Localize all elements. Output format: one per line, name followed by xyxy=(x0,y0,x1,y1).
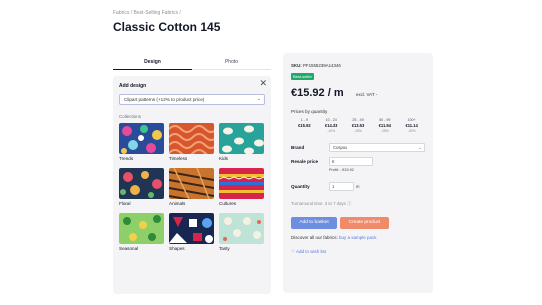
breadcrumb[interactable]: Fabrics / Best-Selling Fabrics / xyxy=(113,10,181,16)
resale-price-input[interactable]: € xyxy=(329,157,373,166)
add-design-panel: Add design ✕ Clipart patterns (+12% to p… xyxy=(113,76,271,294)
discover-line: Discover all our fabrics: buy a sample p… xyxy=(291,235,377,240)
chevron-down-icon: ⌄ xyxy=(418,145,422,150)
close-icon[interactable]: ✕ xyxy=(259,79,267,88)
tier-price: €11.94 xyxy=(378,123,391,128)
tier-range: 100+ xyxy=(407,118,416,122)
design-type-value: Clipart patterns (+12% to product price) xyxy=(124,97,205,102)
seasonal-pattern-image xyxy=(119,213,164,244)
tier-range: 25 - 49 xyxy=(352,118,364,122)
collection-animals[interactable]: Animals xyxy=(169,168,214,206)
sku-line: SKU: PF1555239A14346 xyxy=(291,63,341,68)
product-info-panel: SKU: PF1555239A14346 Best-seller €15.92 … xyxy=(283,53,433,293)
collection-trends[interactable]: Trends xyxy=(119,123,164,161)
timeless-pattern-image xyxy=(169,123,214,154)
price: €15.92 / m xyxy=(291,87,344,99)
tier-discount xyxy=(291,129,318,133)
chevron-down-icon: ⌄ xyxy=(256,96,261,102)
kids-pattern-image xyxy=(219,123,264,154)
tier-discount: -25% xyxy=(380,129,389,133)
collection-floral[interactable]: Floral xyxy=(119,168,164,206)
profit-text: Profit: - €15.92 xyxy=(329,168,354,172)
quantity-price-table: 1 - 9 10 - 24 25 - 49 50 - 99 100+ €15.9… xyxy=(291,118,425,133)
collection-cultures[interactable]: Cultures xyxy=(219,168,264,206)
add-to-wishlist-link[interactable]: ♡ Add to wish list xyxy=(291,249,326,255)
animals-pattern-image xyxy=(169,168,214,199)
collection-kids[interactable]: Kids xyxy=(219,123,264,161)
collection-seasonal[interactable]: Seasonal xyxy=(119,213,164,251)
quantity-label: Quantity xyxy=(291,184,310,189)
collection-label: Seasonal xyxy=(119,246,139,251)
add-to-basket-button[interactable]: Add to basket xyxy=(291,217,337,229)
collection-label: Timeless xyxy=(169,156,188,161)
collection-label: Cultures xyxy=(219,201,237,206)
tier-range: 1 - 9 xyxy=(300,118,308,122)
tasty-pattern-image xyxy=(219,213,264,244)
collection-label: Shapes xyxy=(169,246,185,251)
collections-heading: Collections xyxy=(119,114,142,119)
quantity-unit: m xyxy=(356,184,360,189)
add-design-title: Add design xyxy=(119,83,147,89)
page-title: Classic Cotton 145 xyxy=(113,20,221,34)
tier-discount: -30% xyxy=(407,129,416,133)
tab-design[interactable]: Design xyxy=(113,56,192,70)
resale-price-label: Resale price xyxy=(291,159,319,164)
design-type-select[interactable]: Clipart patterns (+12% to product price)… xyxy=(119,94,265,105)
tier-price: €11.14 xyxy=(405,123,418,128)
collection-label: Animals xyxy=(169,201,186,206)
tab-photo[interactable]: Photo xyxy=(192,56,271,70)
cultures-pattern-image xyxy=(219,168,264,199)
tier-range: 50 - 99 xyxy=(379,118,391,122)
status-badge: Best-seller xyxy=(291,73,314,80)
brand-select[interactable]: Cospox ⌄ xyxy=(329,143,425,152)
shapes-pattern-image xyxy=(169,213,214,244)
vat-note: excl. VAT - xyxy=(356,92,378,97)
tab-bar: Design Photo xyxy=(113,56,271,70)
collection-timeless[interactable]: Timeless xyxy=(169,123,214,161)
tier-price: €13.53 xyxy=(351,123,365,128)
quantity-prices-label: Prices by quantity xyxy=(291,109,328,114)
sku-label: SKU: xyxy=(291,63,302,68)
collection-label: Tasty xyxy=(219,246,230,251)
quantity-input[interactable]: 1 xyxy=(329,182,354,191)
floral-pattern-image xyxy=(119,168,164,199)
collection-label: Kids xyxy=(219,156,228,161)
tier-price: €14.33 xyxy=(324,123,338,128)
brand-label: Brand xyxy=(291,145,305,150)
tier-discount: -15% xyxy=(354,129,362,133)
sample-pack-link[interactable]: buy a sample pack xyxy=(339,235,377,240)
tier-range: 10 - 24 xyxy=(325,118,337,122)
tier-price: €15.92 xyxy=(298,123,311,128)
tier-discount: -10% xyxy=(327,129,336,133)
collection-shapes[interactable]: Shapes xyxy=(169,213,214,251)
collection-label: Floral xyxy=(119,201,131,206)
sku-value: PF1555239A14346 xyxy=(302,63,341,68)
turnaround-text: Turnaround time: 3 to 7 days ⓘ xyxy=(291,201,352,206)
discover-text: Discover all our fabrics: xyxy=(291,235,338,240)
create-product-button[interactable]: Create product xyxy=(340,217,389,229)
collection-tasty[interactable]: Tasty xyxy=(219,213,264,251)
trends-pattern-image xyxy=(119,123,164,154)
brand-value: Cospox xyxy=(333,145,348,150)
collection-label: Trends xyxy=(119,156,134,161)
